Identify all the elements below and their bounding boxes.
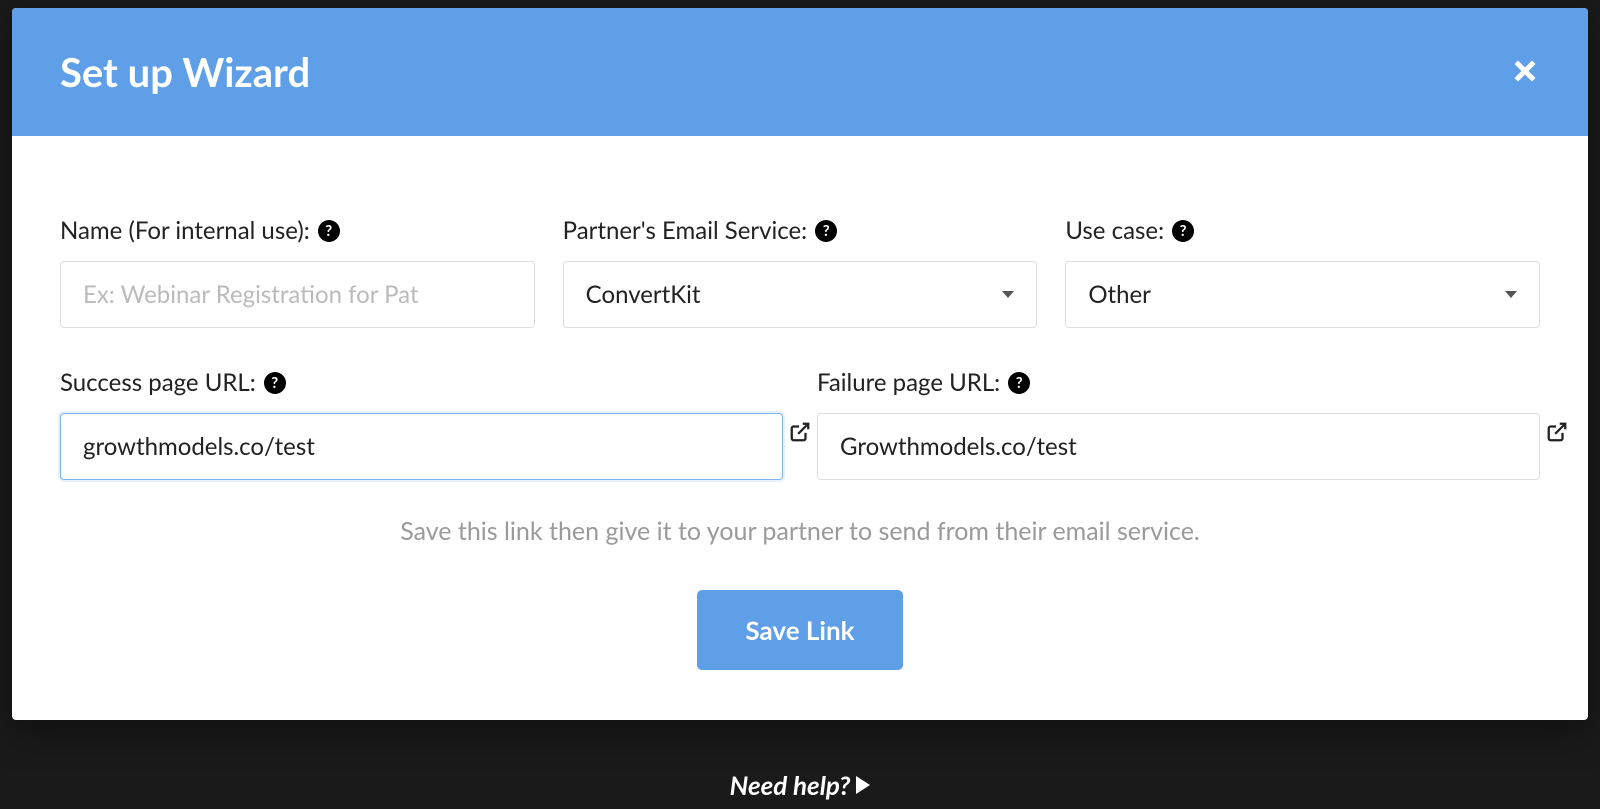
failure-url-input[interactable] (817, 413, 1540, 480)
use-case-label-text: Use case: (1065, 216, 1164, 245)
success-url-label-text: Success page URL: (60, 368, 256, 397)
form-row-top: Name (For internal use): ? Partner's Ema… (60, 216, 1540, 328)
email-service-group: Partner's Email Service: ? ConvertKit (563, 216, 1038, 328)
success-url-label: Success page URL: ? (60, 368, 783, 397)
use-case-group: Use case: ? Other (1065, 216, 1540, 328)
external-link-icon[interactable] (1546, 421, 1568, 447)
name-input[interactable] (60, 261, 535, 328)
email-service-label-text: Partner's Email Service: (563, 216, 808, 245)
failure-url-wrapper (817, 413, 1540, 480)
use-case-select[interactable]: Other (1065, 261, 1540, 328)
name-label-text: Name (For internal use): (60, 216, 310, 245)
use-case-label: Use case: ? (1065, 216, 1540, 245)
helper-text: Save this link then give it to your part… (60, 516, 1540, 546)
use-case-value: Other (1088, 280, 1151, 309)
failure-url-label-text: Failure page URL: (817, 368, 1000, 397)
close-icon[interactable] (1510, 50, 1540, 94)
help-icon[interactable]: ? (1172, 220, 1194, 242)
help-icon[interactable]: ? (1008, 372, 1030, 394)
success-url-input[interactable] (60, 413, 783, 480)
help-icon[interactable]: ? (264, 372, 286, 394)
help-icon[interactable]: ? (815, 220, 837, 242)
modal-body: Name (For internal use): ? Partner's Ema… (12, 136, 1588, 720)
button-row: Save Link (60, 590, 1540, 670)
modal-header: Set up Wizard (12, 8, 1588, 136)
modal-title: Set up Wizard (60, 48, 310, 96)
external-link-icon[interactable] (789, 421, 811, 447)
help-icon[interactable]: ? (318, 220, 340, 242)
email-service-select[interactable]: ConvertKit (563, 261, 1038, 328)
failure-url-label: Failure page URL: ? (817, 368, 1540, 397)
success-url-group: Success page URL: ? (60, 368, 783, 480)
name-field-group: Name (For internal use): ? (60, 216, 535, 328)
need-help-text: Need help? (730, 769, 851, 801)
email-service-value: ConvertKit (586, 280, 701, 309)
setup-wizard-modal: Set up Wizard Name (For internal use): ?… (12, 8, 1588, 720)
save-link-button[interactable]: Save Link (697, 590, 902, 670)
name-label: Name (For internal use): ? (60, 216, 535, 245)
help-bar: Need help? (0, 753, 1600, 809)
need-help-link[interactable]: Need help? (730, 769, 871, 801)
form-row-urls: Success page URL: ? (60, 368, 1540, 480)
email-service-label: Partner's Email Service: ? (563, 216, 1038, 245)
caret-down-icon (1505, 291, 1517, 298)
caret-down-icon (1002, 291, 1014, 298)
play-icon (856, 776, 870, 794)
failure-url-group: Failure page URL: ? (817, 368, 1540, 480)
success-url-wrapper (60, 413, 783, 480)
